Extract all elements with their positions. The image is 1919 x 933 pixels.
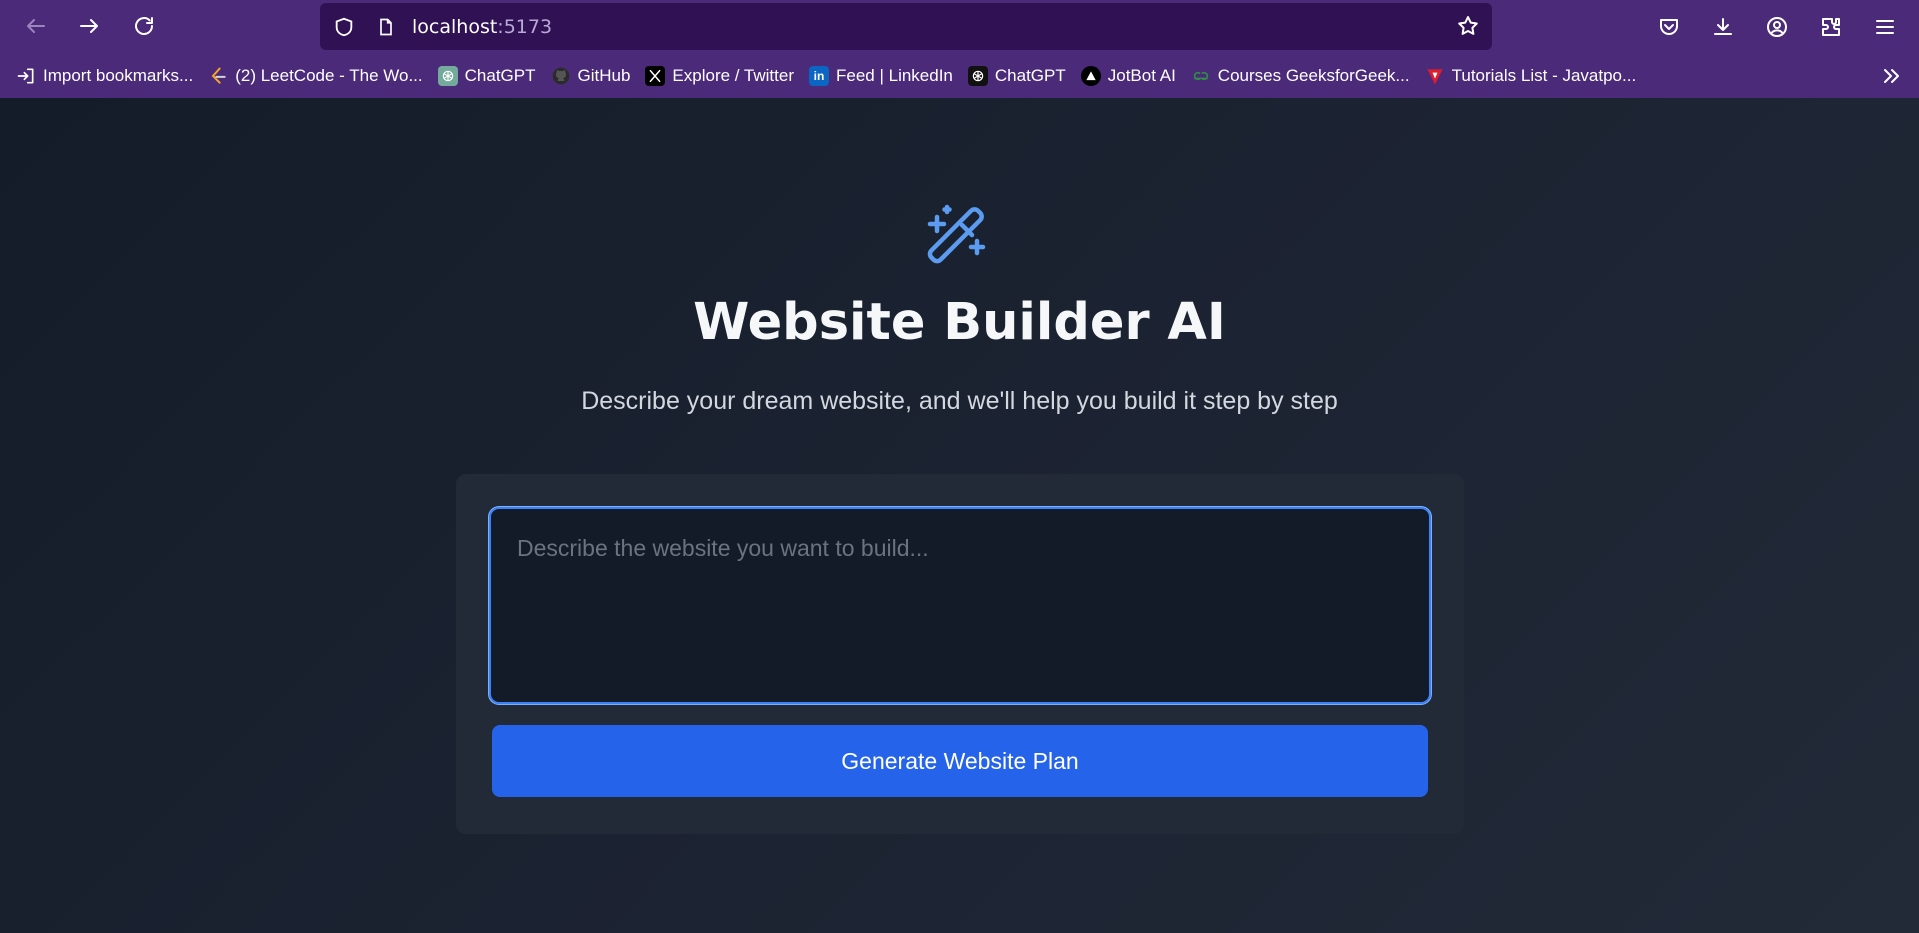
bookmark-label: Import bookmarks... — [43, 66, 194, 85]
url-host: localhost — [412, 15, 498, 38]
bookmark-chatgpt-2[interactable]: ChatGPT — [967, 66, 1066, 86]
geeksforgeeks-icon — [1191, 66, 1211, 86]
browser-toolbar: localhost:5173 — [0, 0, 1919, 54]
bookmarks-bar: Import bookmarks... (2) LeetCode - The W… — [0, 54, 1919, 98]
x-icon — [645, 66, 666, 86]
account-icon[interactable] — [1757, 7, 1797, 47]
github-icon — [551, 66, 571, 86]
bookmark-linkedin[interactable]: in Feed | LinkedIn — [809, 66, 953, 86]
leetcode-icon — [208, 66, 228, 86]
bookmark-import[interactable]: Import bookmarks... — [16, 66, 193, 86]
bookmark-leetcode[interactable]: (2) LeetCode - The Wo... — [208, 66, 423, 86]
back-arrow-icon[interactable] — [14, 6, 58, 46]
bookmark-label: Explore / Twitter — [672, 66, 794, 85]
bookmark-label: Tutorials List - Javatpo... — [1451, 66, 1637, 85]
page-content: Website Builder AI Describe your dream w… — [0, 98, 1919, 933]
bookmark-geeksforgeeks[interactable]: Courses GeeksforGeek... — [1191, 66, 1410, 86]
magic-wand-icon — [927, 204, 986, 264]
toolbar-right-icons — [1649, 7, 1905, 47]
page-subtitle: Describe your dream website, and we'll h… — [581, 387, 1338, 415]
bookmark-label: GitHub — [577, 66, 631, 85]
bookmark-label: ChatGPT — [464, 66, 536, 85]
bookmark-label: Feed | LinkedIn — [836, 66, 953, 85]
url-bar[interactable]: localhost:5173 — [320, 3, 1492, 50]
page-title: Website Builder AI — [693, 293, 1226, 352]
forward-arrow-icon[interactable] — [67, 6, 111, 46]
page-icon — [374, 15, 398, 39]
download-icon[interactable] — [1703, 7, 1743, 47]
bookmark-github[interactable]: GitHub — [551, 66, 631, 86]
menu-icon[interactable] — [1865, 7, 1905, 47]
bookmark-jotbot[interactable]: JotBot AI — [1080, 66, 1176, 86]
bookmark-label: (2) LeetCode - The Wo... — [235, 66, 423, 85]
bookmark-star-icon[interactable] — [1456, 14, 1480, 38]
bookmark-javatpoint[interactable]: Tutorials List - Javatpo... — [1425, 66, 1637, 86]
chevrons-right-icon[interactable] — [1879, 64, 1903, 93]
pocket-icon[interactable] — [1649, 7, 1689, 47]
import-icon — [16, 66, 36, 86]
prompt-card: Generate Website Plan — [456, 474, 1464, 834]
bookmark-twitter[interactable]: Explore / Twitter — [645, 66, 794, 86]
bookmark-label: JotBot AI — [1107, 66, 1176, 85]
javatpoint-icon — [1425, 66, 1445, 86]
bookmark-chatgpt[interactable]: ChatGPT — [437, 66, 536, 86]
chatgpt-icon — [967, 66, 988, 86]
reload-icon[interactable] — [122, 6, 166, 46]
linkedin-icon: in — [809, 66, 829, 86]
bookmark-label: ChatGPT — [994, 66, 1066, 85]
url-port: :5173 — [497, 15, 553, 38]
shield-icon[interactable] — [332, 15, 356, 39]
url-text[interactable]: localhost:5173 — [412, 16, 552, 38]
bookmark-label: Courses GeeksforGeek... — [1217, 66, 1410, 85]
extensions-icon[interactable] — [1811, 7, 1851, 47]
chatgpt-icon — [437, 66, 458, 86]
website-description-input[interactable] — [489, 507, 1431, 704]
generate-website-plan-button[interactable]: Generate Website Plan — [492, 725, 1428, 797]
jotbot-icon — [1080, 66, 1101, 86]
